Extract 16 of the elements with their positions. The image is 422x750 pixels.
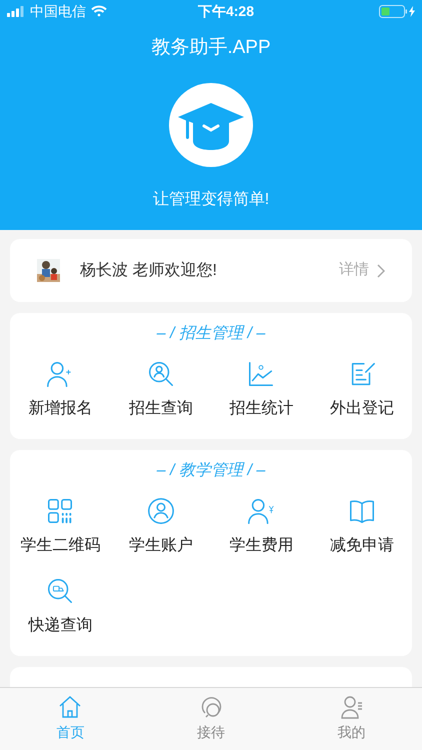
carrier-name: 中国电信 (30, 2, 86, 20)
section-title: – / 教学管理 / – (156, 461, 266, 481)
menu-item[interactable]: 学生费用 (229, 534, 294, 558)
menu-item[interactable]: 招生统计 (229, 397, 294, 421)
menu-item[interactable]: 招生查询 (128, 397, 193, 421)
menu-item[interactable]: 减免申请 (330, 534, 394, 558)
menu-item[interactable]: 新增报名 (28, 397, 92, 421)
slogan: 让管理变得简单! (152, 190, 270, 210)
menu-item[interactable]: 学生账户 (128, 534, 193, 558)
welcome-text: 杨长波 老师欢迎您! (80, 260, 217, 280)
app-title: 教务助手.APP (151, 36, 271, 60)
section-title: – / 招生管理 / – (156, 324, 266, 344)
status-time: 下午4:28 (198, 2, 254, 20)
menu-item[interactable]: 学生二维码 (20, 534, 100, 558)
menu-item[interactable]: 外出登记 (330, 397, 394, 421)
menu-item[interactable]: 快递查询 (28, 614, 92, 638)
